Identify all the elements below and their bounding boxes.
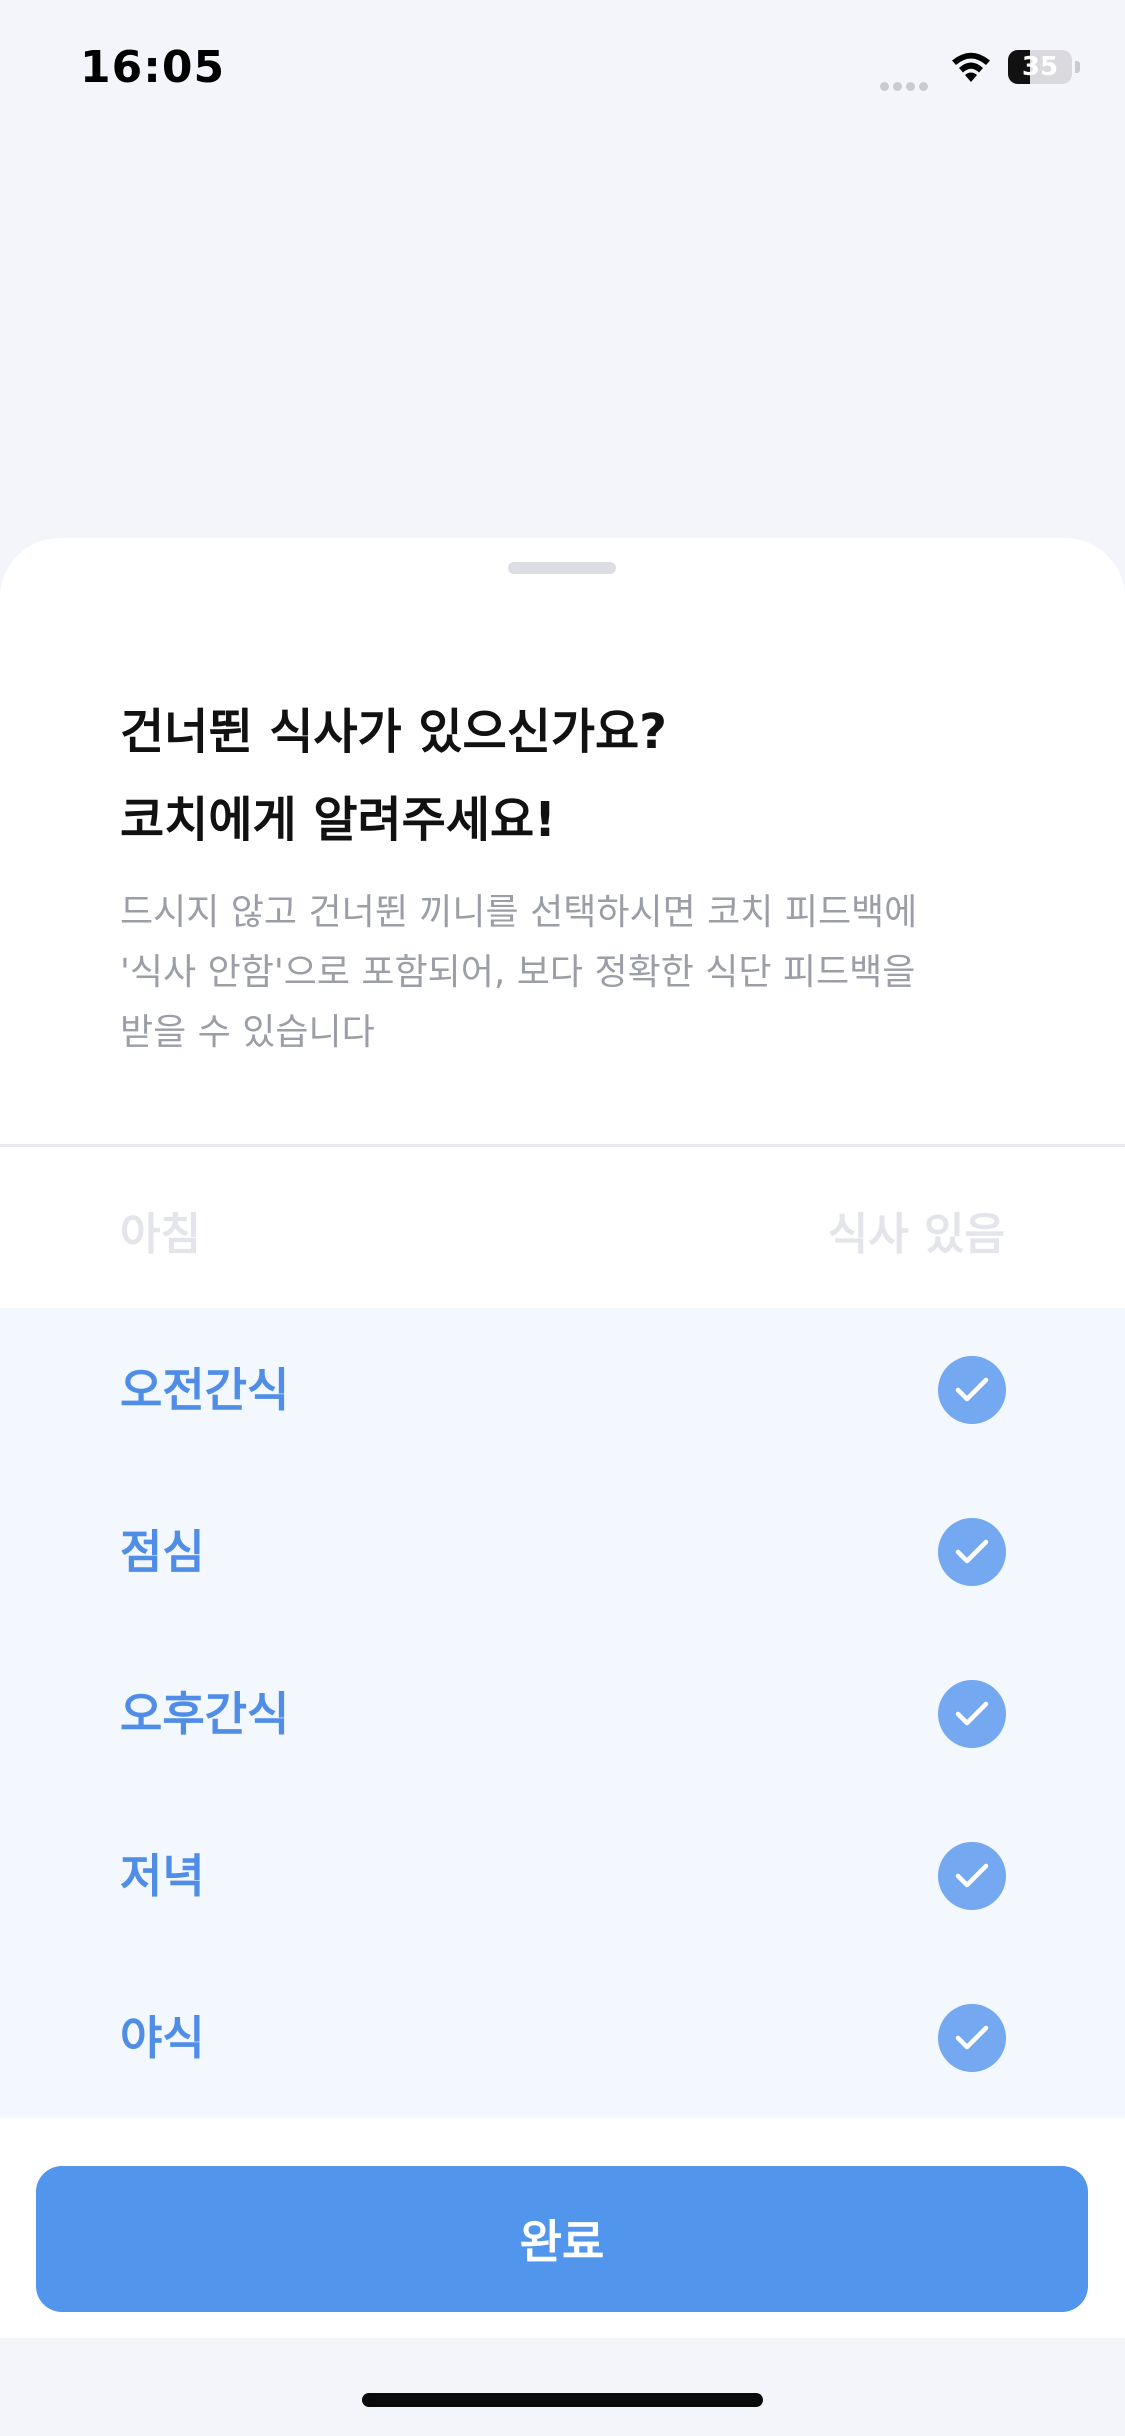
meal-label: 점심 xyxy=(120,1525,205,1579)
sheet-description-line-3: 받을 수 있습니다 xyxy=(120,1012,375,1053)
signal-dots-icon xyxy=(880,76,936,91)
battery-cap xyxy=(1075,61,1080,73)
meal-label: 저녁 xyxy=(120,1849,205,1903)
check-circle-icon[interactable] xyxy=(938,1356,1006,1424)
check-circle-icon[interactable] xyxy=(938,1518,1006,1586)
sheet-description-line-2: '식사 안함'으로 포함되어, 보다 정확한 식단 피드백을 xyxy=(120,952,916,993)
battery-level: 35 xyxy=(1021,52,1059,82)
meal-row-breakfast[interactable]: 아침 식사 있음 xyxy=(0,1150,1125,1310)
sheet-title-line-2: 코치에게 알려주세요! xyxy=(120,792,557,848)
sheet-grabber[interactable] xyxy=(508,562,616,574)
sheet-title-line-1: 건너뛴 식사가 있으신가요? xyxy=(120,704,668,760)
check-circle-icon[interactable] xyxy=(938,1842,1006,1910)
meal-label: 야식 xyxy=(120,2011,205,2065)
meal-row-morning-snack[interactable]: 오전간식 xyxy=(0,1308,1125,1470)
wifi-icon xyxy=(948,48,994,84)
status-time: 16:05 xyxy=(80,42,226,93)
meal-row-lunch[interactable]: 점심 xyxy=(0,1470,1125,1632)
divider xyxy=(0,1144,1125,1147)
check-circle-icon[interactable] xyxy=(938,1680,1006,1748)
battery-icon: 35 xyxy=(1008,50,1080,86)
meal-status-breakfast: 식사 있음 xyxy=(827,1209,1005,1260)
meal-row-afternoon-snack[interactable]: 오후간식 xyxy=(0,1632,1125,1794)
skipped-meal-sheet: 건너뛴 식사가 있으신가요? 코치에게 알려주세요! 드시지 않고 건너뛴 끼니… xyxy=(0,538,1125,2338)
sheet-description: 드시지 않고 건너뛴 끼니를 선택하시면 코치 피드백에 '식사 안함'으로 포… xyxy=(120,883,1020,1063)
home-indicator[interactable] xyxy=(362,2393,763,2407)
meal-row-late-snack[interactable]: 야식 xyxy=(0,1956,1125,2118)
meal-label: 오후간식 xyxy=(120,1687,290,1741)
battery-body: 35 xyxy=(1008,50,1072,84)
check-circle-icon[interactable] xyxy=(938,2004,1006,2072)
meal-label-breakfast: 아침 xyxy=(120,1209,201,1260)
meal-row-dinner[interactable]: 저녁 xyxy=(0,1794,1125,1956)
meal-list: 오전간식 점심 오후간식 저녁 야식 xyxy=(0,1308,1125,2118)
sheet-description-line-1: 드시지 않고 건너뛴 끼니를 선택하시면 코치 피드백에 xyxy=(120,892,918,933)
screen: 16:05 35 건너뛴 식사가 있으신가요? 코치에게 알려주세요! 드시지 … xyxy=(0,0,1125,2436)
meal-label: 오전간식 xyxy=(120,1363,290,1417)
status-bar: 16:05 35 xyxy=(0,0,1125,140)
done-button[interactable]: 완료 xyxy=(36,2166,1088,2312)
sheet-title: 건너뛴 식사가 있으신가요? 코치에게 알려주세요! xyxy=(120,688,1020,864)
